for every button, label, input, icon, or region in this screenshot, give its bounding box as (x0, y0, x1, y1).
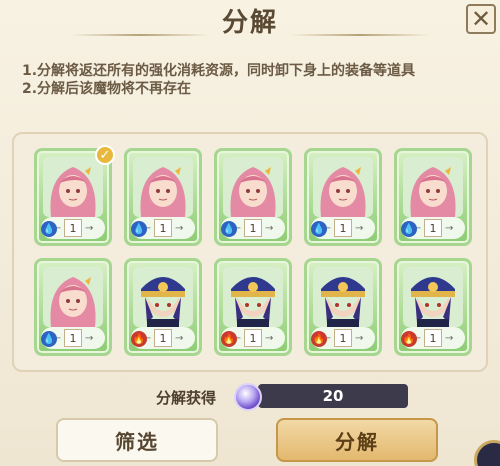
right-arrow-icon: → (445, 332, 454, 344)
level-value: 1 (154, 329, 172, 347)
pink-hair-elf-portrait (313, 157, 373, 217)
monster-card[interactable]: ←1→💧 (394, 148, 472, 246)
dialog-title: 分解 (221, 7, 278, 38)
right-arrow-icon: → (175, 332, 184, 344)
level-value: 1 (64, 329, 82, 347)
decompose-button[interactable]: 分解 (276, 418, 438, 462)
filter-button-label: 筛选 (115, 429, 159, 454)
water-element-icon: 💧 (311, 221, 327, 237)
level-value: 1 (244, 329, 262, 347)
right-arrow-icon: → (85, 332, 94, 344)
fire-element-icon: 🔥 (131, 331, 147, 347)
reward-value-box: 20 (258, 384, 408, 408)
pink-hair-elf-portrait (43, 267, 103, 327)
blue-hat-officer-portrait (403, 267, 463, 327)
monster-card[interactable]: ←1→🔥 (124, 258, 202, 356)
pink-hair-elf-portrait (133, 157, 193, 217)
level-value: 1 (424, 329, 442, 347)
filter-button[interactable]: 筛选 (56, 418, 218, 462)
pink-hair-elf-portrait (43, 157, 103, 217)
right-arrow-icon: → (85, 222, 94, 234)
water-element-icon: 💧 (221, 221, 237, 237)
water-element-icon: 💧 (41, 221, 57, 237)
fire-element-icon: 🔥 (221, 331, 237, 347)
selected-check-icon: ✓ (95, 145, 115, 165)
reward-label: 分解获得 (156, 389, 217, 407)
water-element-icon: 💧 (131, 221, 147, 237)
description: 1.分解将返还所有的强化消耗资源，同时卸下身上的装备等道具 2.分解后该魔物将不… (22, 62, 492, 98)
pink-hair-elf-portrait (403, 157, 463, 217)
crystal-orb-icon (234, 383, 262, 411)
water-element-icon: 💧 (41, 331, 57, 347)
title-ornament-left (70, 34, 210, 36)
fire-element-icon: 🔥 (401, 331, 417, 347)
monster-card[interactable]: ←1→💧 (124, 148, 202, 246)
blue-hat-officer-portrait (133, 267, 193, 327)
corner-bubble-icon (474, 440, 500, 466)
title-ornament-right (290, 34, 430, 36)
description-line-2: 2.分解后该魔物将不再存在 (22, 81, 192, 97)
right-arrow-icon: → (355, 222, 364, 234)
close-icon: ✕ (470, 5, 492, 33)
pink-hair-elf-portrait (223, 157, 283, 217)
right-arrow-icon: → (265, 222, 274, 234)
decompose-dialog: 分解 ✕ 1.分解将返还所有的强化消耗资源，同时卸下身上的装备等道具 2.分解后… (0, 0, 500, 466)
reward-row: 分解获得 20 (156, 383, 408, 411)
level-value: 1 (334, 219, 352, 237)
monster-card[interactable]: ←1→💧 (214, 148, 292, 246)
blue-hat-officer-portrait (313, 267, 373, 327)
monster-card[interactable]: ←1→💧✓ (34, 145, 115, 246)
fire-element-icon: 🔥 (311, 331, 327, 347)
right-arrow-icon: → (175, 222, 184, 234)
close-button[interactable]: ✕ (466, 4, 496, 34)
right-arrow-icon: → (265, 332, 274, 344)
monster-card[interactable]: ←1→🔥 (394, 258, 472, 356)
right-arrow-icon: → (445, 222, 454, 234)
reward-value: 20 (322, 387, 344, 405)
monster-card[interactable]: ←1→💧 (34, 258, 112, 356)
level-value: 1 (154, 219, 172, 237)
level-value: 1 (424, 219, 442, 237)
title-bar: 分解 (0, 0, 500, 40)
blue-hat-officer-portrait (223, 267, 283, 327)
decompose-button-label: 分解 (335, 429, 379, 454)
monster-card[interactable]: ←1→🔥 (214, 258, 292, 356)
level-value: 1 (244, 219, 262, 237)
level-value: 1 (334, 329, 352, 347)
monster-grid: ←1→💧✓←1→💧←1→💧←1→💧←1→💧←1→💧←1→🔥←1→🔥←1→🔥←1→… (12, 132, 488, 372)
monster-card[interactable]: ←1→🔥 (304, 258, 382, 356)
description-line-1: 1.分解将返还所有的强化消耗资源，同时卸下身上的装备等道具 (22, 63, 416, 79)
monster-card[interactable]: ←1→💧 (304, 148, 382, 246)
water-element-icon: 💧 (401, 221, 417, 237)
level-value: 1 (64, 219, 82, 237)
right-arrow-icon: → (355, 332, 364, 344)
